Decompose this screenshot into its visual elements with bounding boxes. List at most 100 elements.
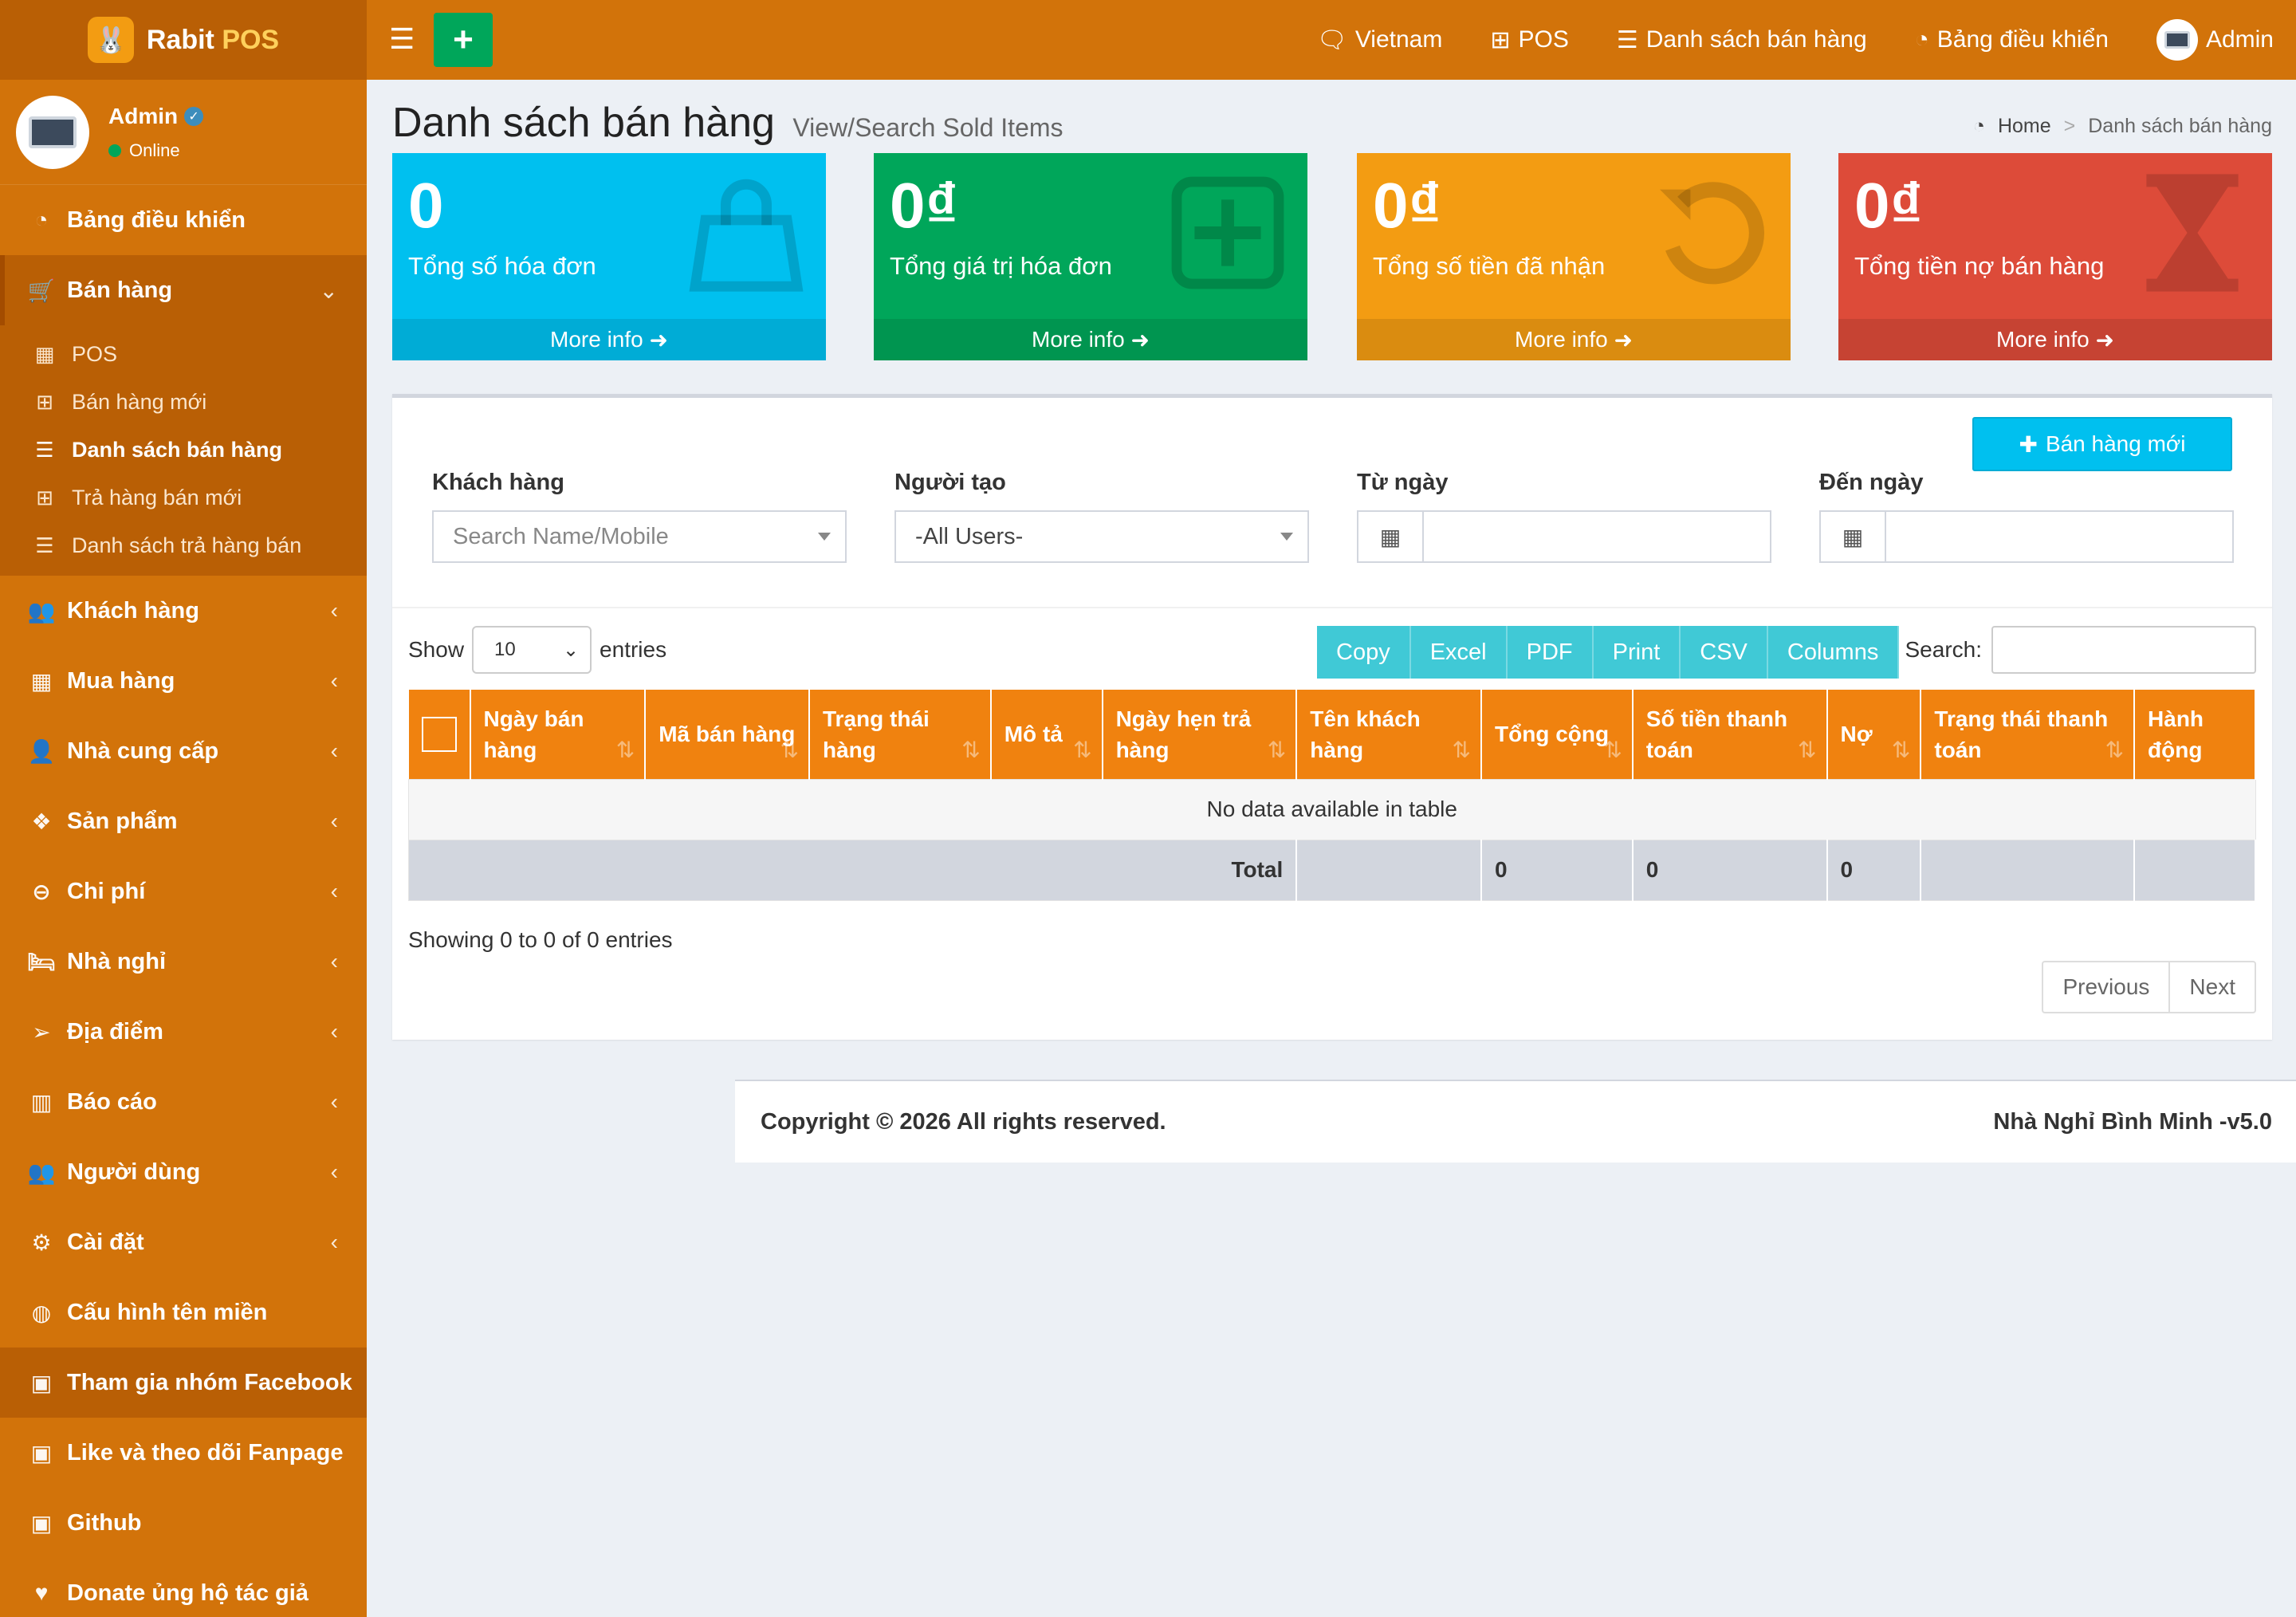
- caret-down-icon: [818, 533, 831, 541]
- sidebar-item-fanpage[interactable]: ▣ Like và theo dõi Fanpage: [0, 1418, 367, 1488]
- chevron-left-icon: ‹: [330, 808, 338, 833]
- column-header[interactable]: Ngày hẹn trả hàng ⇅: [1102, 690, 1298, 779]
- next-page-button[interactable]: Next: [2168, 962, 2255, 1012]
- dashboard-icon: ◔: [34, 207, 49, 232]
- sidebar-item-dashboard[interactable]: ◔ Bảng điều khiển: [0, 185, 367, 255]
- column-header[interactable]: Tên khách hàng ⇅: [1296, 690, 1482, 779]
- from-date-input[interactable]: [1424, 512, 1770, 561]
- new-sale-button[interactable]: ✚ Bán hàng mới: [1972, 417, 2232, 471]
- briefcase-icon: ▣: [30, 1440, 53, 1466]
- column-header[interactable]: Trạng thái thanh toán ⇅: [1921, 690, 2136, 779]
- top-links: 🗨 Vietnam ⊞ POS ☰ Danh sách bán hàng ◔ B…: [1317, 0, 2274, 80]
- sort-icon: ⇅: [1452, 738, 1471, 762]
- sidebar-item-locations[interactable]: ➢ Địa điểm ‹: [0, 997, 367, 1067]
- chevron-left-icon: ‹: [330, 1159, 338, 1184]
- breadcrumb: ◔ Home > Danh sách bán hàng: [1973, 115, 2272, 138]
- copy-button[interactable]: Copy: [1317, 626, 1411, 679]
- sales-list-panel: ✚ Bán hàng mới Khách hàng Search Name/Mo…: [392, 394, 2272, 1040]
- column-header[interactable]: Ngày bán hàng ⇅: [470, 690, 647, 779]
- breadcrumb-separator: >: [2063, 115, 2076, 137]
- pagination: Previous Next: [2042, 961, 2256, 1013]
- more-info-link[interactable]: More info ➜: [1838, 319, 2272, 360]
- calendar-icon[interactable]: ▦: [1821, 512, 1886, 561]
- submenu-item-new-sale[interactable]: ⊞ Bán hàng mới: [0, 378, 367, 426]
- language-link[interactable]: 🗨 Vietnam: [1317, 26, 1443, 54]
- column-header[interactable]: Mã bán hàng ⇅: [645, 690, 810, 779]
- sidebar-item-suppliers[interactable]: 👤 Nhà cung cấp ‹: [0, 716, 367, 786]
- sidebar-item-expenses[interactable]: ⊖ Chi phí ‹: [0, 856, 367, 927]
- columns-button[interactable]: Columns: [1767, 626, 1900, 679]
- export-buttons: Copy Excel PDF Print CSV Columns: [1317, 626, 1900, 679]
- minus-circle-icon: ⊖: [32, 879, 51, 904]
- entries-length-select[interactable]: 10 ⌄: [472, 626, 592, 674]
- dashboard-link[interactable]: ◔ Bảng điều khiển: [1915, 26, 2109, 53]
- print-button[interactable]: Print: [1593, 626, 1681, 679]
- calendar-icon[interactable]: ▦: [1358, 512, 1424, 561]
- info-box-total-invoices: 0 Tổng số hóa đơn More info ➜: [392, 153, 826, 360]
- online-status-icon: [108, 144, 121, 157]
- more-info-link[interactable]: More info ➜: [1357, 319, 1791, 360]
- sidebar-item-users[interactable]: 👥 Người dùng ‹: [0, 1137, 367, 1207]
- info-box-label: Tổng số tiền đã nhận: [1373, 252, 1606, 280]
- chevron-left-icon: ‹: [330, 668, 338, 693]
- excel-button[interactable]: Excel: [1410, 626, 1508, 679]
- chevron-down-icon: ⌄: [319, 277, 338, 303]
- more-info-link[interactable]: More info ➜: [392, 319, 826, 360]
- sidebar-item-reports[interactable]: ▥ Báo cáo ‹: [0, 1067, 367, 1137]
- column-header[interactable]: Số tiền thanh toán ⇅: [1632, 690, 1828, 779]
- info-box-value: 0₫: [1854, 170, 1923, 241]
- column-header[interactable]: Trạng thái hàng ⇅: [809, 690, 992, 779]
- submenu-item-sales-list[interactable]: ☰ Danh sách bán hàng: [0, 426, 367, 474]
- sidebar-item-sales[interactable]: 🛒 Bán hàng ⌄: [0, 255, 367, 325]
- submenu-item-return-list[interactable]: ☰ Danh sách trả hàng bán: [0, 521, 367, 569]
- sidebar-item-settings[interactable]: ⚙ Cài đặt ‹: [0, 1207, 367, 1277]
- submenu-item-pos[interactable]: ▦ POS: [0, 330, 367, 378]
- sidebar-item-purchases[interactable]: ▦ Mua hàng ‹: [0, 646, 367, 716]
- user-menu[interactable]: Admin: [2156, 19, 2274, 61]
- plus-icon: ✚: [2019, 431, 2038, 457]
- menu-toggle-icon[interactable]: ☰: [389, 22, 415, 56]
- select-all-checkbox[interactable]: [421, 716, 457, 752]
- quick-add-button[interactable]: +: [434, 13, 493, 67]
- total-empty-cell: [1295, 839, 1482, 901]
- chevron-left-icon: ‹: [330, 598, 338, 623]
- breadcrumb-home[interactable]: Home: [1998, 115, 2051, 138]
- sort-icon: ⇅: [1073, 738, 1092, 762]
- sidebar-item-facebook-group[interactable]: ▣ Tham gia nhóm Facebook: [0, 1348, 367, 1418]
- avatar: [16, 95, 89, 169]
- to-date-input[interactable]: [1886, 512, 2232, 561]
- column-header[interactable]: Mô tả ⇅: [990, 690, 1103, 779]
- pdf-button[interactable]: PDF: [1507, 626, 1594, 679]
- more-info-link[interactable]: More info ➜: [874, 319, 1307, 360]
- total-paid: 0: [1632, 839, 1828, 901]
- sidebar-item-github[interactable]: ▣ Github: [0, 1488, 367, 1558]
- sidebar-item-domain-config[interactable]: ◍ Cấu hình tên miền: [0, 1277, 367, 1348]
- select-all-column: [408, 690, 471, 779]
- creator-select[interactable]: -All Users-: [894, 510, 1309, 563]
- sidebar-item-products[interactable]: ❖ Sản phẩm ‹: [0, 786, 367, 856]
- customer-select[interactable]: Search Name/Mobile: [432, 510, 847, 563]
- calculator-icon: ▦: [34, 341, 55, 366]
- sidebar-item-donate[interactable]: ♥ Donate ủng hộ tác giả: [0, 1558, 367, 1617]
- previous-page-button[interactable]: Previous: [2043, 962, 2168, 1012]
- csv-button[interactable]: CSV: [1681, 626, 1768, 679]
- arrow-circle-right-icon: ➜: [649, 327, 668, 352]
- dashboard-icon: ◔: [1914, 26, 1929, 53]
- column-header[interactable]: Tổng cộng ⇅: [1481, 690, 1634, 779]
- search-input[interactable]: [1991, 626, 2256, 674]
- table-header-row: Ngày bán hàng ⇅ Mã bán hàng ⇅ Trạng thái h…: [408, 690, 2256, 779]
- info-box-label: Tổng tiền nợ bán hàng: [1854, 252, 2105, 280]
- logo-text: Rabit: [146, 24, 214, 55]
- submenu-item-new-return[interactable]: ⊞ Trả hàng bán mới: [0, 474, 367, 521]
- logo[interactable]: 🐰 Rabit POS: [0, 0, 367, 80]
- briefcase-icon: ▣: [30, 1370, 53, 1395]
- verified-icon: ✓: [184, 106, 204, 126]
- sidebar-item-hotel[interactable]: 🛏 Nhà nghỉ ‹: [0, 927, 367, 997]
- column-header[interactable]: Nợ ⇅: [1826, 690, 1922, 779]
- sales-list-link[interactable]: ☰ Danh sách bán hàng: [1617, 26, 1867, 54]
- sidebar-item-customers[interactable]: 👥 Khách hàng ‹: [0, 576, 367, 646]
- pos-link[interactable]: ⊞ POS: [1490, 26, 1569, 54]
- version-text: Nhà Nghỉ Bình Minh -v5.0: [1993, 1108, 2272, 1135]
- info-box-total-received: 0₫ Tổng số tiền đã nhận More info ➜: [1357, 153, 1791, 360]
- table-search: Search:: [1905, 626, 2256, 674]
